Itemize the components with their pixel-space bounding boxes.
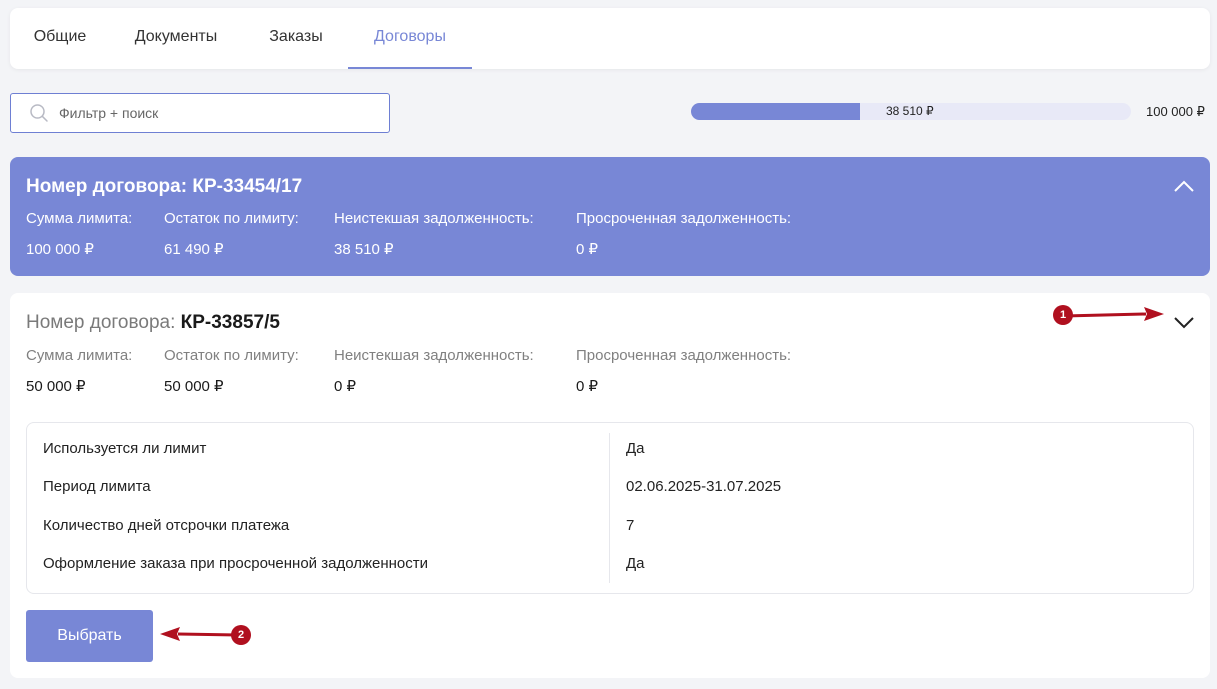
field-label: Неистекшая задолженность: xyxy=(334,347,534,364)
annotation-badge-2: 2 xyxy=(231,625,251,645)
search-box xyxy=(10,93,390,133)
field-value: 38 510 ₽ xyxy=(334,241,394,258)
tab-documents[interactable]: Документы xyxy=(110,8,242,69)
field-value: 50 000 ₽ xyxy=(164,378,224,395)
limit-progress-fill xyxy=(691,103,861,120)
field-label: Неистекшая задолженность: xyxy=(334,210,534,227)
contract-title: Номер договора: КР-33857/5 xyxy=(26,312,280,334)
limit-used-label: 38 510 ₽ xyxy=(886,104,934,118)
contract-title-prefix: Номер договора: xyxy=(26,312,176,333)
field-value: 0 ₽ xyxy=(334,378,357,395)
search-input[interactable] xyxy=(59,94,379,132)
tab-orders[interactable]: Заказы xyxy=(244,8,348,69)
field-value: 0 ₽ xyxy=(576,241,599,258)
details-key: Используется ли лимит xyxy=(43,440,207,457)
field-label: Просроченная задолженность: xyxy=(576,210,792,227)
contract-details-table: Используется ли лимит Да Период лимита 0… xyxy=(26,422,1194,594)
details-row: Количество дней отсрочки платежа 7 xyxy=(27,507,1193,545)
field-value: 0 ₽ xyxy=(576,378,599,395)
field-label: Сумма лимита: xyxy=(26,210,133,227)
tab-bar: Общие Документы Заказы Договоры xyxy=(10,8,1210,69)
limit-total-label: 100 000 ₽ xyxy=(1146,104,1205,119)
details-key: Оформление заказа при просроченной задол… xyxy=(43,555,429,572)
contract-title: Номер договора: КР-33454/17 xyxy=(26,176,302,198)
limit-progress-bar: 38 510 ₽ xyxy=(691,103,1131,120)
details-key: Количество дней отсрочки платежа xyxy=(43,517,290,534)
chevron-down-icon[interactable] xyxy=(1172,310,1196,334)
details-value: 02.06.2025-31.07.2025 xyxy=(626,478,782,495)
details-value: Да xyxy=(626,440,645,457)
tab-contracts[interactable]: Договоры xyxy=(348,8,472,69)
details-row: Используется ли лимит Да xyxy=(27,430,1193,468)
details-key: Период лимита xyxy=(43,478,151,495)
details-row: Период лимита 02.06.2025-31.07.2025 xyxy=(27,468,1193,506)
details-value: 7 xyxy=(626,517,635,534)
select-button[interactable]: Выбрать xyxy=(26,610,153,662)
annotation-badge-1: 1 xyxy=(1053,305,1073,325)
field-label: Просроченная задолженность: xyxy=(576,347,792,364)
contract-number: КР-33454/17 xyxy=(192,176,303,197)
contract-card-2[interactable]: Номер договора: КР-33857/5 Сумма лимита:… xyxy=(10,293,1210,678)
contract-card-1[interactable]: Номер договора: КР-33454/17 Сумма лимита… xyxy=(10,157,1210,276)
field-value: 61 490 ₽ xyxy=(164,241,224,258)
field-value: 100 000 ₽ xyxy=(26,241,94,258)
details-value: Да xyxy=(626,555,645,572)
details-row: Оформление заказа при просроченной задол… xyxy=(27,545,1193,583)
chevron-up-icon[interactable] xyxy=(1172,175,1196,199)
search-icon xyxy=(30,104,48,122)
tab-general[interactable]: Общие xyxy=(10,8,110,69)
field-value: 50 000 ₽ xyxy=(26,378,86,395)
contract-number: КР-33857/5 xyxy=(180,312,280,333)
contract-title-prefix: Номер договора: xyxy=(26,176,188,197)
field-label: Остаток по лимиту: xyxy=(164,347,299,364)
field-label: Остаток по лимиту: xyxy=(164,210,299,227)
field-label: Сумма лимита: xyxy=(26,347,133,364)
